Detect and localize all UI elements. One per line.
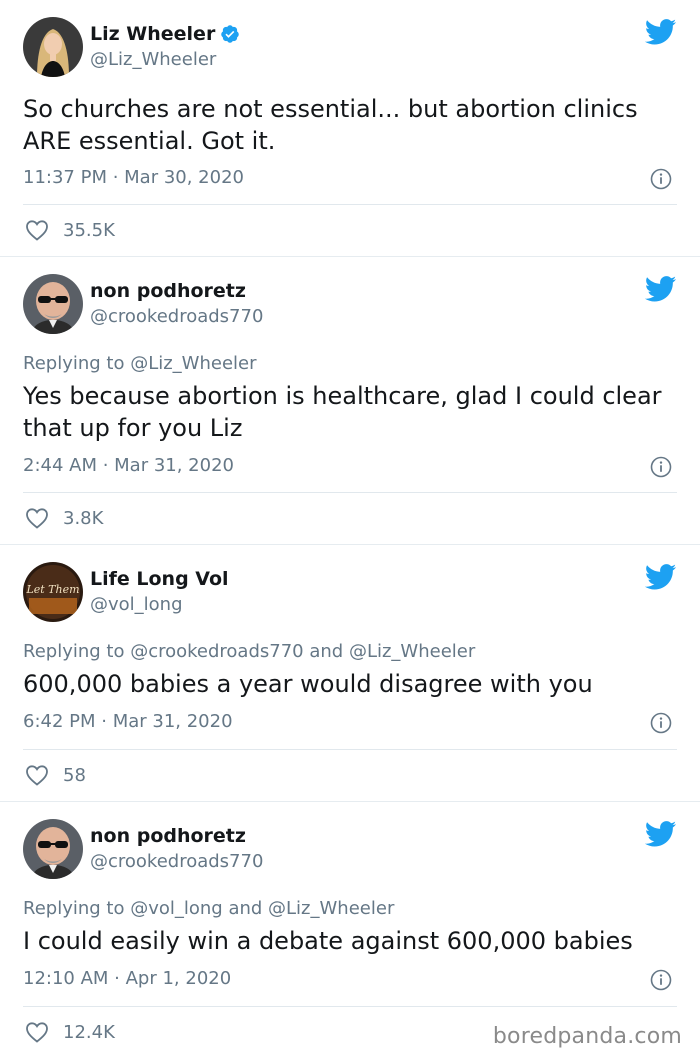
- tweet-card[interactable]: non podhoretz @crookedroads770 Replying …: [0, 802, 700, 1059]
- handle[interactable]: @crookedroads770: [90, 304, 263, 330]
- like-button[interactable]: 58: [25, 764, 86, 786]
- bald-man-sunglasses-avatar-icon: [23, 274, 83, 334]
- handle[interactable]: @vol_long: [90, 592, 229, 618]
- tweet-text: Yes because abortion is healthcare, glad…: [23, 382, 662, 442]
- replying-to-label: Replying to: [23, 641, 131, 662]
- replying-to-label: Replying to: [23, 353, 131, 374]
- watermark: boredpanda.com: [492, 1024, 682, 1049]
- like-count: 12.4K: [63, 1021, 115, 1043]
- display-name[interactable]: Liz Wheeler: [90, 21, 240, 47]
- tweet-header: non podhoretz @crookedroads770: [23, 819, 677, 881]
- heart-icon: [26, 1022, 48, 1043]
- info-icon[interactable]: [650, 456, 672, 478]
- divider: [23, 492, 677, 493]
- replying-to: Replying to @vol_long and @Liz_Wheeler: [23, 898, 394, 919]
- handle[interactable]: @crookedroads770: [90, 849, 263, 875]
- heart-icon: [26, 765, 48, 786]
- info-icon[interactable]: [650, 168, 672, 190]
- divider: [23, 1006, 677, 1007]
- tweet-card[interactable]: non podhoretz @crookedroads770 Replying …: [0, 257, 700, 545]
- display-name-text[interactable]: Liz Wheeler: [90, 21, 215, 47]
- like-button[interactable]: 35.5K: [25, 219, 115, 241]
- replying-to-label: Replying to: [23, 898, 131, 919]
- woman-blonde-avatar-icon: [23, 17, 83, 77]
- like-count: 35.5K: [63, 219, 115, 241]
- reply-mention-link[interactable]: @Liz_Wheeler: [130, 353, 256, 374]
- twitter-bird-icon[interactable]: [645, 821, 677, 847]
- replying-to-and: and: [303, 641, 349, 662]
- let-them-logo-avatar-icon: Let Them: [23, 562, 83, 622]
- replying-to-and: and: [222, 898, 269, 919]
- avatar[interactable]: Let Them: [23, 562, 83, 622]
- heart-icon: [26, 220, 48, 241]
- timestamp[interactable]: 12:10 AM · Apr 1, 2020: [23, 968, 231, 989]
- display-name-text[interactable]: Life Long Vol: [90, 566, 229, 592]
- tweet-text: So churches are not essential... but abo…: [23, 95, 638, 155]
- replying-to: Replying to @Liz_Wheeler: [23, 353, 257, 374]
- tweet-card[interactable]: Liz Wheeler @Liz_Wheeler So churches are…: [0, 0, 700, 257]
- reply-mention-link[interactable]: @Liz_Wheeler: [268, 898, 394, 919]
- timestamp[interactable]: 2:44 AM · Mar 31, 2020: [23, 455, 234, 476]
- info-icon[interactable]: [650, 969, 672, 991]
- info-icon[interactable]: [650, 712, 672, 734]
- twitter-bird-icon[interactable]: [645, 564, 677, 590]
- reply-mention-link[interactable]: @Liz_Wheeler: [349, 641, 475, 662]
- divider: [23, 204, 677, 205]
- tweet-card[interactable]: Let Them Life Long Vol @vol_long Replyin…: [0, 545, 700, 802]
- heart-icon: [26, 508, 48, 529]
- timestamp[interactable]: 6:42 PM · Mar 31, 2020: [23, 711, 233, 732]
- display-name[interactable]: Life Long Vol: [90, 566, 229, 592]
- like-button[interactable]: 3.8K: [25, 507, 103, 529]
- tweet-header: Liz Wheeler @Liz_Wheeler: [23, 17, 677, 79]
- display-name-text[interactable]: non podhoretz: [90, 278, 246, 304]
- replying-to: Replying to @crookedroads770 and @Liz_Wh…: [23, 641, 475, 662]
- like-button[interactable]: 12.4K: [25, 1021, 115, 1043]
- twitter-bird-icon[interactable]: [645, 276, 677, 302]
- handle[interactable]: @Liz_Wheeler: [90, 47, 240, 73]
- reply-mention-link[interactable]: @crookedroads770: [130, 641, 303, 662]
- timestamp[interactable]: 11:37 PM · Mar 30, 2020: [23, 167, 244, 188]
- tweet-header: non podhoretz @crookedroads770: [23, 274, 677, 336]
- avatar[interactable]: [23, 819, 83, 879]
- avatar[interactable]: [23, 274, 83, 334]
- bald-man-sunglasses-avatar-icon: [23, 819, 83, 879]
- tweet-header: Let Them Life Long Vol @vol_long: [23, 562, 677, 624]
- display-name[interactable]: non podhoretz: [90, 823, 246, 849]
- like-count: 58: [63, 764, 86, 786]
- verified-badge-icon: [221, 25, 240, 43]
- tweet-text: I could easily win a debate against 600,…: [23, 927, 633, 955]
- avatar[interactable]: [23, 17, 83, 77]
- reply-mention-link[interactable]: @vol_long: [130, 898, 223, 919]
- twitter-bird-icon[interactable]: [645, 19, 677, 45]
- like-count: 3.8K: [63, 507, 104, 529]
- avatar-logo-text: Let Them: [25, 583, 79, 596]
- divider: [23, 749, 677, 750]
- display-name-text[interactable]: non podhoretz: [90, 823, 246, 849]
- tweet-text: 600,000 babies a year would disagree wit…: [23, 670, 593, 698]
- display-name[interactable]: non podhoretz: [90, 278, 246, 304]
- tweet-feed: Liz Wheeler @Liz_Wheeler So churches are…: [0, 0, 700, 1059]
